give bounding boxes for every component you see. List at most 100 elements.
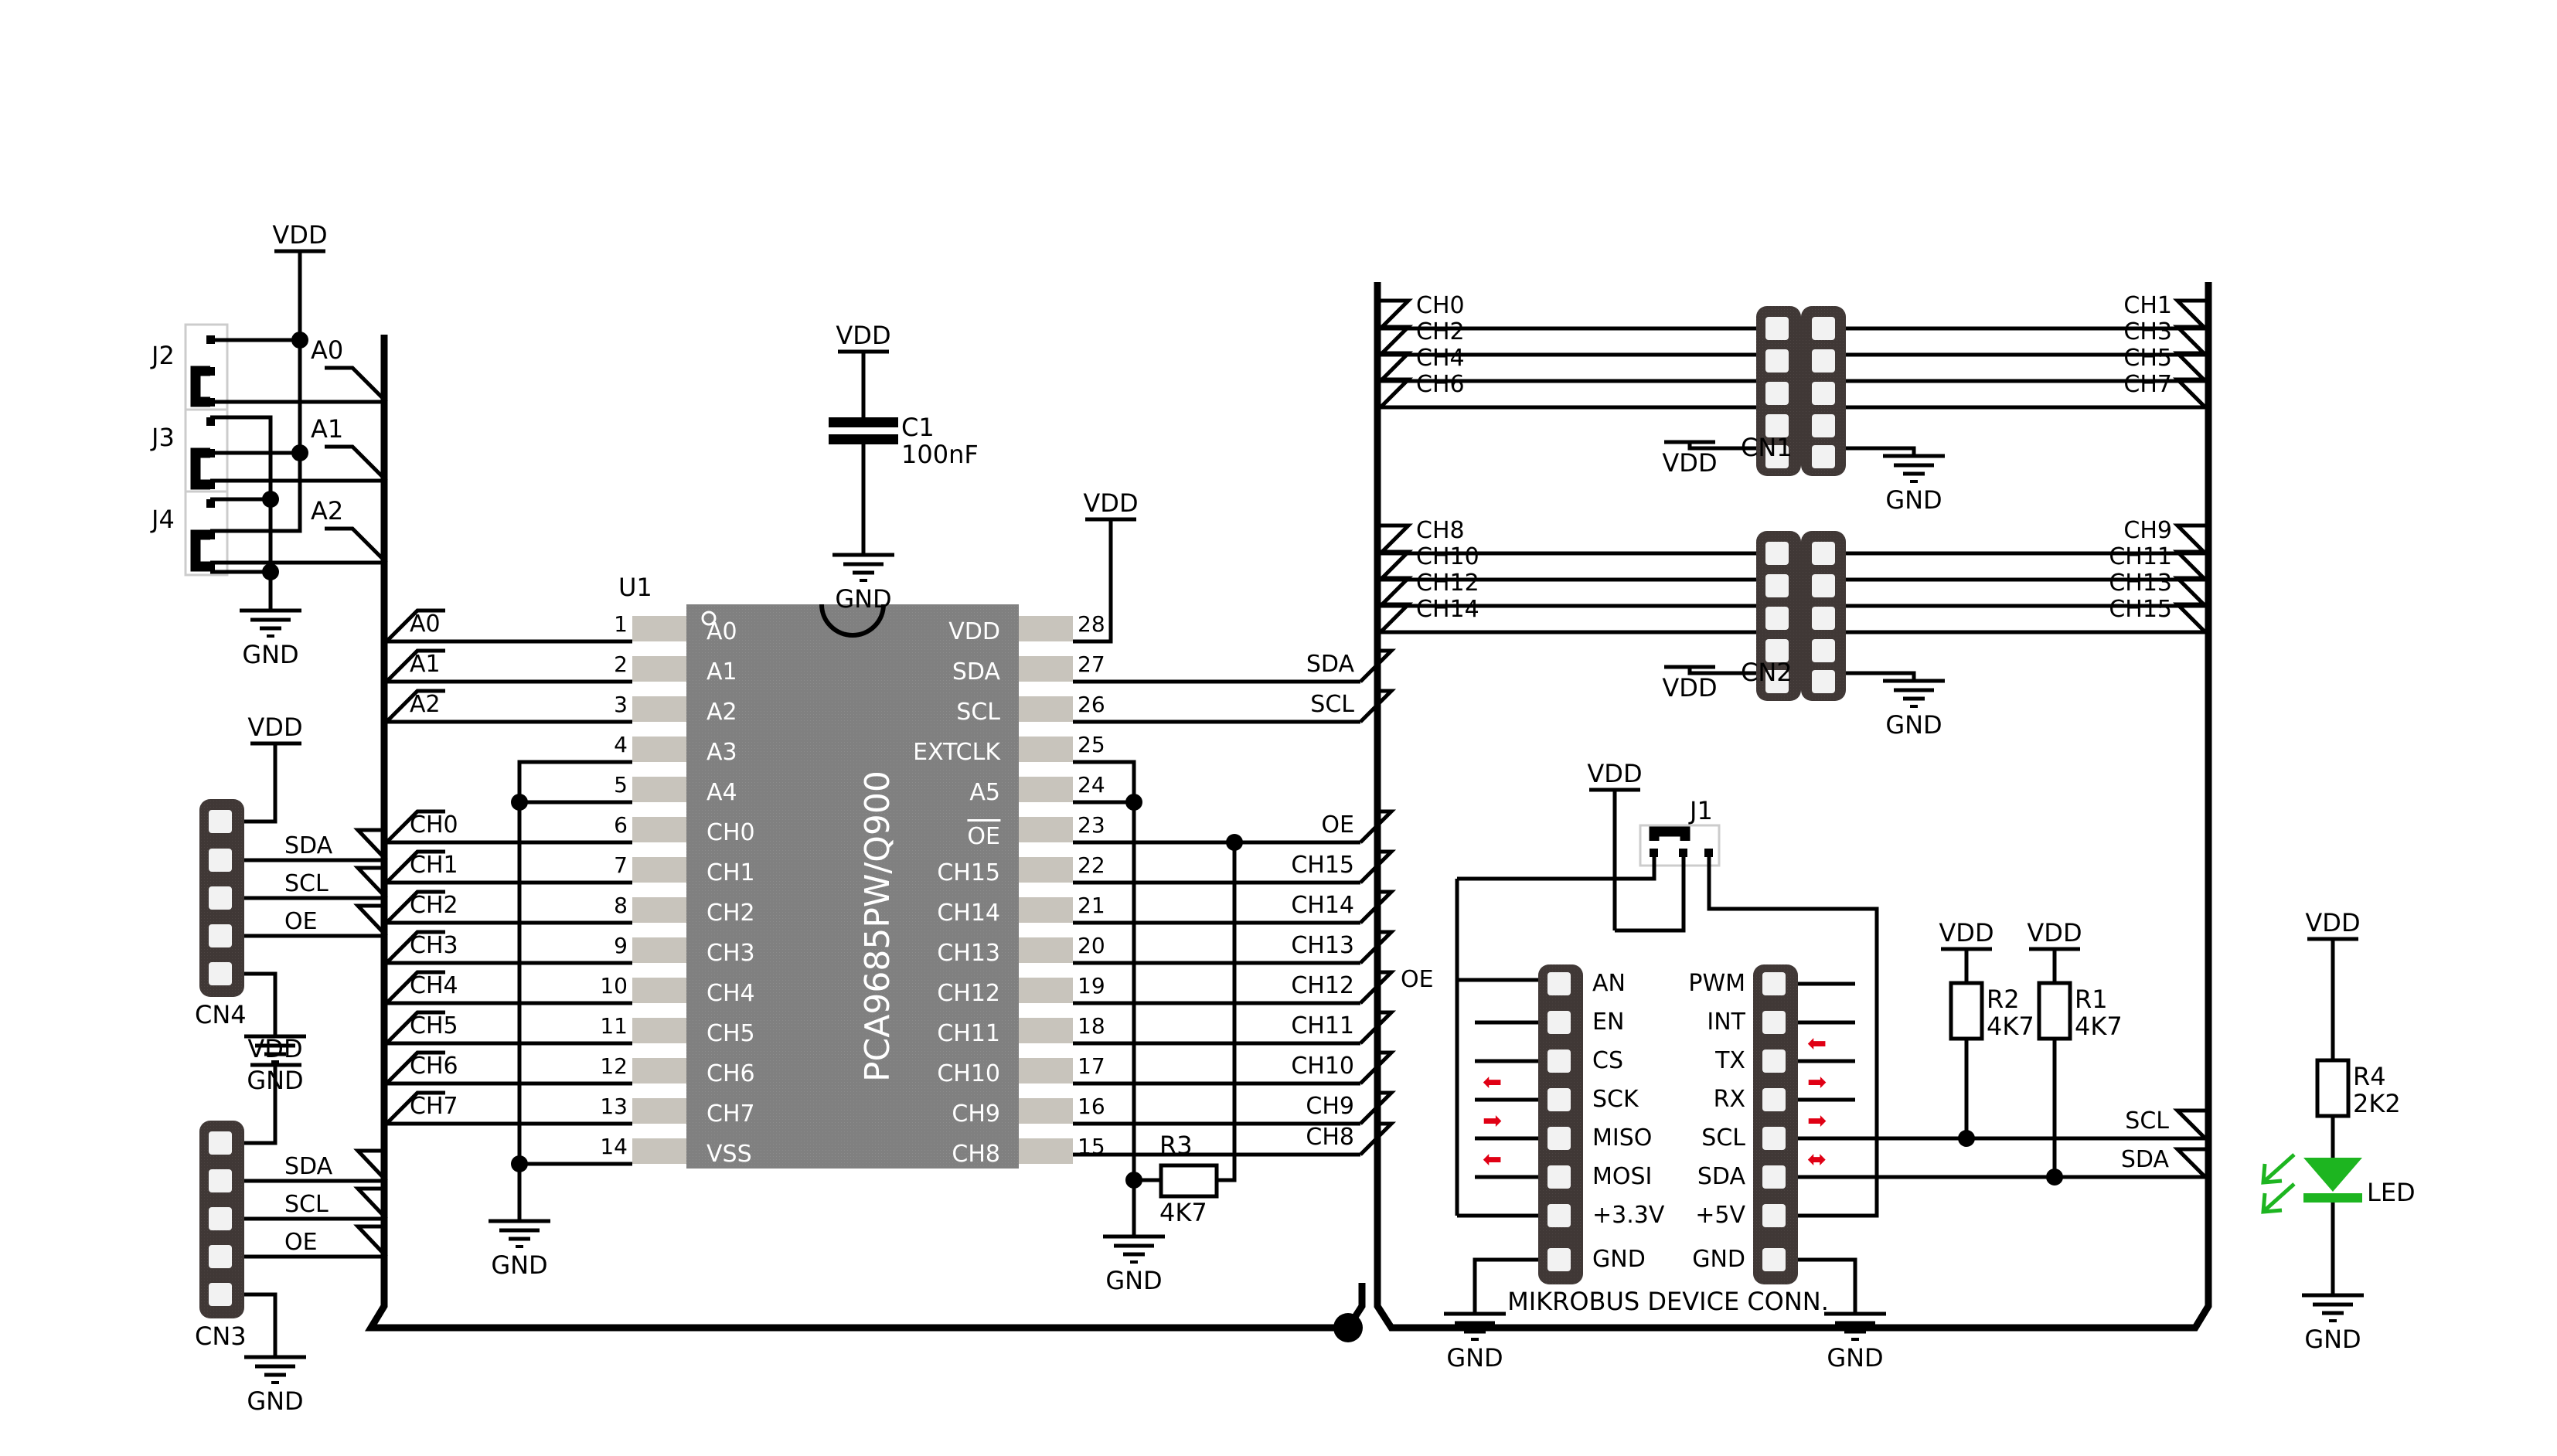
mikrobus-pin-label-an: AN <box>1592 970 1626 997</box>
mikrobus-pin-label-en: EN <box>1592 1009 1625 1036</box>
cn4-connector-symbol[interactable] <box>199 799 244 997</box>
cn3-pin-label-sda: SDA <box>284 1153 333 1180</box>
net-label-u1-a1: A1 <box>410 651 441 678</box>
r2-pullup-circuit <box>1941 947 1992 1147</box>
net-label-u1-ch9: CH9 <box>1306 1093 1354 1120</box>
cn4-refdes: CN4 <box>195 1000 247 1029</box>
power-label-gnd-r3: GND <box>1105 1266 1163 1295</box>
power-label-gnd-mikrobus-right: GND <box>1827 1343 1884 1373</box>
u1-pin-num-28: 28 <box>1078 611 1105 637</box>
resistor-r3-refdes: R3 <box>1159 1131 1193 1160</box>
cn4-pin-label-sda: SDA <box>284 832 333 859</box>
u1-pin-name-26: SCL <box>956 699 1000 726</box>
direction-arrow-sda-bidir: ⬌ <box>1807 1146 1827 1173</box>
power-label-vdd-cn3: VDD <box>247 1034 303 1063</box>
u1-pin-name-2: A1 <box>706 658 737 685</box>
u1-pin-name-25: EXTCLK <box>913 739 1000 766</box>
u1-left-pin-pads <box>632 616 686 1164</box>
power-label-gnd-mikrobus-left: GND <box>1446 1343 1503 1373</box>
net-label-a1-jumper: A1 <box>311 414 344 444</box>
net-label-u1-ch3: CH3 <box>410 932 458 959</box>
u1-pin-name-7: CH1 <box>706 859 755 886</box>
mikrobus-pin-label-cs: CS <box>1592 1047 1623 1074</box>
mikrobus-pin-label-scl: SCL <box>1701 1124 1745 1152</box>
net-label-u1-ch14: CH14 <box>1291 892 1354 919</box>
mikrobus-right-header[interactable] <box>1753 964 1798 1284</box>
u1-pin-num-6: 6 <box>614 812 628 838</box>
u1-pin-name-8: CH2 <box>706 900 755 927</box>
cn1-net-label-ch7: CH7 <box>2123 371 2172 398</box>
cn1-net-label-ch6: CH6 <box>1416 371 1465 398</box>
cn3-pin-label-oe: OE <box>284 1229 318 1256</box>
u1-pin-num-7: 7 <box>614 852 628 878</box>
cn1-refdes: CN1 <box>1741 433 1793 462</box>
power-label-gnd-jumper: GND <box>242 640 299 669</box>
capacitor-c1-value: 100nF <box>901 440 979 469</box>
jumper-j2-refdes: J2 <box>152 341 175 370</box>
jumper-group-j2j3j4 <box>184 323 229 577</box>
net-label-a0-jumper: A0 <box>311 335 344 365</box>
u1-pin-name-16: CH9 <box>952 1101 1000 1128</box>
u1-pin-name-14: VSS <box>706 1141 752 1168</box>
power-label-vdd-r1: VDD <box>2027 918 2082 947</box>
power-label-vdd-cn1: VDD <box>1662 448 1718 478</box>
u1-pin-num-5: 5 <box>614 772 628 798</box>
jumper-j4-refdes: J4 <box>152 505 175 534</box>
schematic-canvas <box>184 249 2364 1384</box>
mikrobus-pin-label-rx: RX <box>1713 1086 1745 1113</box>
board-bottom-junction <box>1333 1283 1366 1342</box>
net-label-u1-ch10: CH10 <box>1291 1053 1354 1080</box>
net-label-u1-ch6: CH6 <box>410 1053 458 1080</box>
mikrobus-left-header[interactable] <box>1538 964 1583 1284</box>
u1-pin-name-23: OE <box>967 819 1000 850</box>
u1-pin-name-1: A0 <box>706 618 737 645</box>
resistor-r1-value: 4K7 <box>2075 1012 2123 1041</box>
direction-arrow-miso-out: ➡ <box>1483 1107 1503 1135</box>
net-label-u1-ch8: CH8 <box>1306 1124 1354 1151</box>
u1-pin-num-20: 20 <box>1078 933 1105 958</box>
mikrobus-pin-label-3v3: +3.3V <box>1592 1202 1665 1229</box>
u1-pin-name-22: CH15 <box>937 859 1000 886</box>
cn3-refdes: CN3 <box>195 1322 247 1351</box>
u1-pin-num-13: 13 <box>600 1094 628 1119</box>
net-label-u1-sda: SDA <box>1306 651 1354 678</box>
direction-arrow-scl-out: ➡ <box>1807 1107 1827 1135</box>
power-label-vdd-cn4: VDD <box>247 713 303 742</box>
jumper-j3-refdes: J3 <box>152 423 175 452</box>
u1-pin-num-4: 4 <box>614 732 628 757</box>
u1-pin-name-17: CH10 <box>937 1060 1000 1087</box>
mikrobus-pin-label-pwm: PWM <box>1688 970 1745 997</box>
schematic-sheet: VDD GND VDD GND VDD GND GND VDD GND VDD … <box>0 0 2557 1456</box>
net-label-u1-ch5: CH5 <box>410 1012 458 1039</box>
direction-arrow-sck-in: ⬅ <box>1483 1069 1503 1096</box>
cn2-net-label-ch8: CH8 <box>1416 517 1465 544</box>
u1-pin-num-16: 16 <box>1078 1094 1105 1119</box>
u1-pin-name-15: CH8 <box>952 1141 1000 1168</box>
power-label-gnd-cn2: GND <box>1885 710 1942 740</box>
u1-right-pin-pads <box>1019 616 1073 1164</box>
cn2-net-label-ch13: CH13 <box>2109 570 2172 597</box>
net-label-u1-ch0: CH0 <box>410 811 458 839</box>
cn1-net-label-ch4: CH4 <box>1416 345 1465 372</box>
cn3-connector-symbol[interactable] <box>199 1121 244 1318</box>
cn3-wires <box>244 1063 388 1384</box>
resistor-r2-refdes: R2 <box>1987 985 2020 1014</box>
u1-pin-name-20: CH13 <box>937 940 1000 967</box>
u1-pin-num-23: 23 <box>1078 812 1105 838</box>
u1-pin-num-19: 19 <box>1078 973 1105 998</box>
u1-pin-name-11: CH5 <box>706 1020 755 1047</box>
u1-pin-name-21: CH14 <box>937 900 1000 927</box>
cn1-net-label-ch3: CH3 <box>2123 318 2172 345</box>
cn2-net-label-ch12: CH12 <box>1416 570 1479 597</box>
u1-pin-num-1: 1 <box>614 611 628 637</box>
u1-pin-name-3: A2 <box>706 699 737 726</box>
cn1-net-label-ch0: CH0 <box>1416 292 1465 319</box>
power-label-vdd-c1: VDD <box>836 321 891 350</box>
r1-pullup-circuit <box>2029 947 2080 1186</box>
mikrobus-pin-label-mosi: MOSI <box>1592 1163 1653 1190</box>
cn2-net-label-ch11: CH11 <box>2109 543 2172 570</box>
jumper-j1-refdes: J1 <box>1690 796 1713 825</box>
u1-pin-num-3: 3 <box>614 692 628 717</box>
u1-pin-num-25: 25 <box>1078 732 1105 757</box>
mikrobus-pin-label-sda: SDA <box>1697 1163 1745 1190</box>
